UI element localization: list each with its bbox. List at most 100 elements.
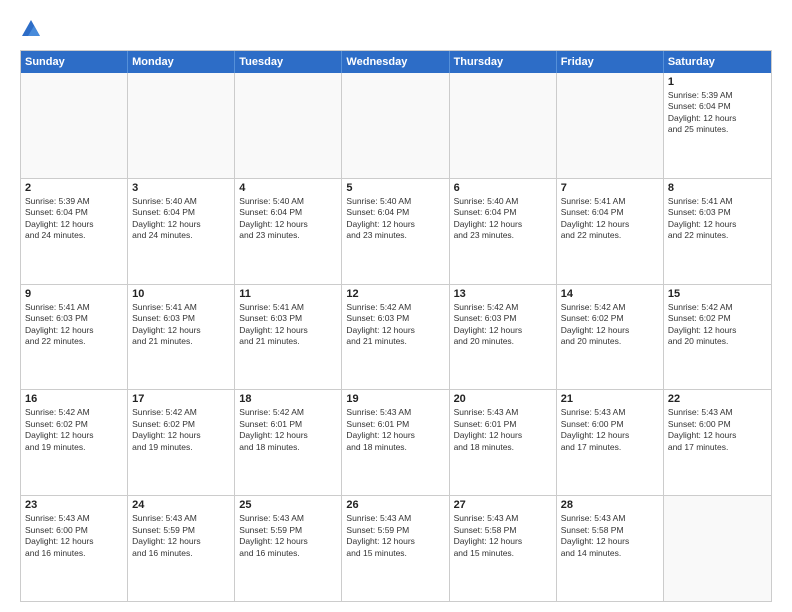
day-number: 27 [454, 499, 552, 511]
day-cell-5: 5 Sunrise: 5:40 AM Sunset: 6:04 PM Daylig… [342, 179, 449, 284]
day-info: Sunrise: 5:43 AM Sunset: 5:59 PM Dayligh… [132, 513, 230, 559]
day-number: 1 [668, 76, 767, 88]
header-day-tuesday: Tuesday [235, 51, 342, 73]
day-number: 12 [346, 288, 444, 300]
day-cell-12: 12 Sunrise: 5:42 AM Sunset: 6:03 PM Dayli… [342, 285, 449, 390]
day-info: Sunrise: 5:42 AM Sunset: 6:02 PM Dayligh… [561, 302, 659, 348]
day-number: 9 [25, 288, 123, 300]
header-day-monday: Monday [128, 51, 235, 73]
day-cell-18: 18 Sunrise: 5:42 AM Sunset: 6:01 PM Dayli… [235, 390, 342, 495]
day-number: 16 [25, 393, 123, 405]
day-number: 15 [668, 288, 767, 300]
day-number: 21 [561, 393, 659, 405]
day-cell-11: 11 Sunrise: 5:41 AM Sunset: 6:03 PM Dayli… [235, 285, 342, 390]
day-info: Sunrise: 5:41 AM Sunset: 6:03 PM Dayligh… [668, 196, 767, 242]
empty-cell-0-1 [128, 73, 235, 178]
empty-cell-0-0 [21, 73, 128, 178]
day-number: 24 [132, 499, 230, 511]
day-number: 25 [239, 499, 337, 511]
header-day-friday: Friday [557, 51, 664, 73]
day-info: Sunrise: 5:42 AM Sunset: 6:02 PM Dayligh… [25, 407, 123, 453]
week-row-3: 16 Sunrise: 5:42 AM Sunset: 6:02 PM Dayli… [21, 389, 771, 495]
calendar-header-row: SundayMondayTuesdayWednesdayThursdayFrid… [21, 51, 771, 73]
day-info: Sunrise: 5:43 AM Sunset: 6:00 PM Dayligh… [668, 407, 767, 453]
day-cell-21: 21 Sunrise: 5:43 AM Sunset: 6:00 PM Dayli… [557, 390, 664, 495]
day-info: Sunrise: 5:43 AM Sunset: 6:01 PM Dayligh… [454, 407, 552, 453]
calendar-body: 1 Sunrise: 5:39 AM Sunset: 6:04 PM Daylig… [21, 73, 771, 601]
day-number: 2 [25, 182, 123, 194]
day-cell-8: 8 Sunrise: 5:41 AM Sunset: 6:03 PM Daylig… [664, 179, 771, 284]
day-number: 4 [239, 182, 337, 194]
calendar: SundayMondayTuesdayWednesdayThursdayFrid… [20, 50, 772, 602]
day-cell-1: 1Sunrise: 5:39 AM Sunset: 6:04 PM Daylig… [664, 73, 771, 178]
day-cell-23: 23 Sunrise: 5:43 AM Sunset: 6:00 PM Dayli… [21, 496, 128, 601]
empty-cell-0-3 [342, 73, 449, 178]
day-cell-13: 13 Sunrise: 5:42 AM Sunset: 6:03 PM Dayli… [450, 285, 557, 390]
day-cell-3: 3Sunrise: 5:40 AM Sunset: 6:04 PM Daylig… [128, 179, 235, 284]
day-number: 20 [454, 393, 552, 405]
empty-cell-0-5 [557, 73, 664, 178]
page: SundayMondayTuesdayWednesdayThursdayFrid… [0, 0, 792, 612]
day-number: 13 [454, 288, 552, 300]
empty-cell-0-4 [450, 73, 557, 178]
day-number: 18 [239, 393, 337, 405]
day-number: 7 [561, 182, 659, 194]
day-cell-6: 6 Sunrise: 5:40 AM Sunset: 6:04 PM Daylig… [450, 179, 557, 284]
day-cell-14: 14 Sunrise: 5:42 AM Sunset: 6:02 PM Dayli… [557, 285, 664, 390]
day-cell-25: 25 Sunrise: 5:43 AM Sunset: 5:59 PM Dayli… [235, 496, 342, 601]
day-info: Sunrise: 5:43 AM Sunset: 6:01 PM Dayligh… [346, 407, 444, 453]
day-info: Sunrise: 5:42 AM Sunset: 6:03 PM Dayligh… [454, 302, 552, 348]
header [20, 18, 772, 40]
logo [20, 18, 46, 40]
day-number: 5 [346, 182, 444, 194]
day-cell-4: 4Sunrise: 5:40 AM Sunset: 6:04 PM Daylig… [235, 179, 342, 284]
day-cell-20: 20 Sunrise: 5:43 AM Sunset: 6:01 PM Dayli… [450, 390, 557, 495]
day-info: Sunrise: 5:43 AM Sunset: 5:58 PM Dayligh… [454, 513, 552, 559]
day-info: Sunrise: 5:43 AM Sunset: 6:00 PM Dayligh… [25, 513, 123, 559]
day-cell-10: 10 Sunrise: 5:41 AM Sunset: 6:03 PM Dayli… [128, 285, 235, 390]
day-info: Sunrise: 5:42 AM Sunset: 6:01 PM Dayligh… [239, 407, 337, 453]
header-day-thursday: Thursday [450, 51, 557, 73]
day-cell-28: 28 Sunrise: 5:43 AM Sunset: 5:58 PM Dayli… [557, 496, 664, 601]
day-cell-17: 17 Sunrise: 5:42 AM Sunset: 6:02 PM Dayli… [128, 390, 235, 495]
day-cell-24: 24 Sunrise: 5:43 AM Sunset: 5:59 PM Dayli… [128, 496, 235, 601]
empty-cell-0-2 [235, 73, 342, 178]
day-info: Sunrise: 5:40 AM Sunset: 6:04 PM Dayligh… [454, 196, 552, 242]
day-number: 19 [346, 393, 444, 405]
day-info: Sunrise: 5:41 AM Sunset: 6:03 PM Dayligh… [132, 302, 230, 348]
week-row-0: 1Sunrise: 5:39 AM Sunset: 6:04 PM Daylig… [21, 73, 771, 178]
day-number: 17 [132, 393, 230, 405]
day-cell-19: 19 Sunrise: 5:43 AM Sunset: 6:01 PM Dayli… [342, 390, 449, 495]
day-number: 11 [239, 288, 337, 300]
week-row-1: 2 Sunrise: 5:39 AM Sunset: 6:04 PM Daylig… [21, 178, 771, 284]
empty-cell-4-6 [664, 496, 771, 601]
day-info: Sunrise: 5:40 AM Sunset: 6:04 PM Dayligh… [346, 196, 444, 242]
day-number: 3 [132, 182, 230, 194]
day-number: 6 [454, 182, 552, 194]
header-day-wednesday: Wednesday [342, 51, 449, 73]
day-cell-9: 9 Sunrise: 5:41 AM Sunset: 6:03 PM Daylig… [21, 285, 128, 390]
week-row-2: 9 Sunrise: 5:41 AM Sunset: 6:03 PM Daylig… [21, 284, 771, 390]
day-number: 23 [25, 499, 123, 511]
week-row-4: 23 Sunrise: 5:43 AM Sunset: 6:00 PM Dayli… [21, 495, 771, 601]
day-info: Sunrise: 5:41 AM Sunset: 6:03 PM Dayligh… [239, 302, 337, 348]
day-cell-7: 7Sunrise: 5:41 AM Sunset: 6:04 PM Daylig… [557, 179, 664, 284]
day-info: Sunrise: 5:43 AM Sunset: 6:00 PM Dayligh… [561, 407, 659, 453]
day-number: 14 [561, 288, 659, 300]
day-info: Sunrise: 5:42 AM Sunset: 6:02 PM Dayligh… [132, 407, 230, 453]
day-info: Sunrise: 5:43 AM Sunset: 5:58 PM Dayligh… [561, 513, 659, 559]
day-info: Sunrise: 5:42 AM Sunset: 6:03 PM Dayligh… [346, 302, 444, 348]
day-info: Sunrise: 5:39 AM Sunset: 6:04 PM Dayligh… [25, 196, 123, 242]
day-info: Sunrise: 5:43 AM Sunset: 5:59 PM Dayligh… [239, 513, 337, 559]
day-cell-2: 2 Sunrise: 5:39 AM Sunset: 6:04 PM Daylig… [21, 179, 128, 284]
day-cell-22: 22Sunrise: 5:43 AM Sunset: 6:00 PM Dayli… [664, 390, 771, 495]
day-number: 28 [561, 499, 659, 511]
day-number: 10 [132, 288, 230, 300]
day-number: 8 [668, 182, 767, 194]
header-day-sunday: Sunday [21, 51, 128, 73]
day-info: Sunrise: 5:41 AM Sunset: 6:03 PM Dayligh… [25, 302, 123, 348]
header-day-saturday: Saturday [664, 51, 771, 73]
day-info: Sunrise: 5:42 AM Sunset: 6:02 PM Dayligh… [668, 302, 767, 348]
day-number: 26 [346, 499, 444, 511]
day-cell-26: 26Sunrise: 5:43 AM Sunset: 5:59 PM Dayli… [342, 496, 449, 601]
